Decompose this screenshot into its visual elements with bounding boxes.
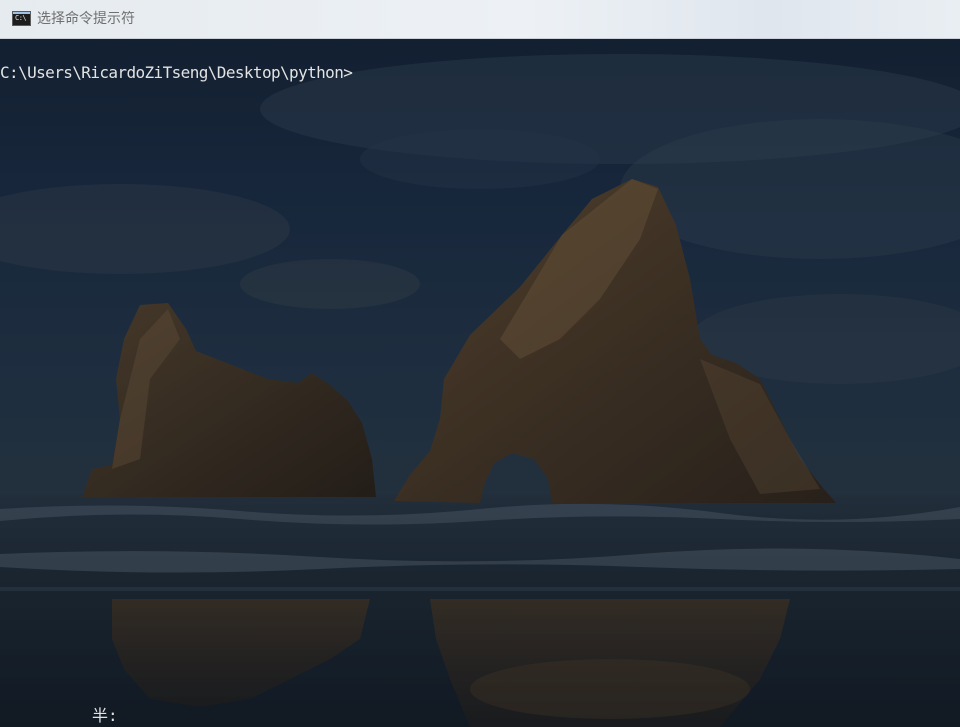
console-area[interactable]: C:\Users\RicardoZiTseng\Desktop\python> … bbox=[0, 39, 960, 727]
window-title: 选择命令提示符 bbox=[37, 11, 135, 27]
command-prompt-window: C:\ 选择命令提示符 C:\Users\RicardoZiTseng\Desk… bbox=[0, 0, 960, 727]
ime-mode-indicator: 半: bbox=[92, 706, 118, 725]
command-prompt-line[interactable]: C:\Users\RicardoZiTseng\Desktop\python> bbox=[0, 63, 353, 83]
title-bar[interactable]: C:\ 选择命令提示符 bbox=[0, 0, 960, 39]
terminal-output[interactable]: C:\Users\RicardoZiTseng\Desktop\python> … bbox=[0, 39, 960, 727]
cmd-icon[interactable]: C:\ bbox=[12, 11, 31, 26]
